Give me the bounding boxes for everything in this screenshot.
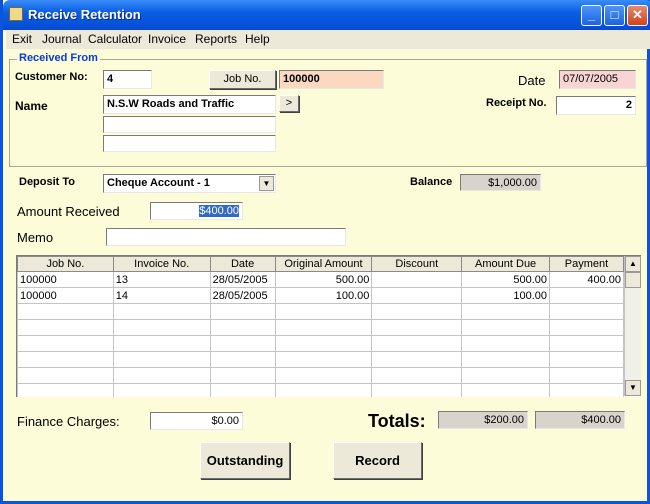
amount-received-label: Amount Received [17,204,120,219]
cell-job-no[interactable]: 100000 [17,287,114,304]
table-row[interactable]: 100000 14 28/05/2005 100.00 100.00 [17,287,624,304]
app-window: Receive Retention _ □ ✕ Exit Journal Cal… [0,0,650,504]
menu-reports[interactable]: Reports [195,32,237,46]
total-payment: $400.00 [535,411,625,429]
cell-invoice-no[interactable]: 14 [112,287,211,304]
maximize-icon[interactable]: □ [604,5,625,26]
cell-payment[interactable] [549,287,624,304]
job-no-button[interactable]: Job No. [209,70,276,89]
menu-exit[interactable]: Exit [12,32,32,46]
col-payment[interactable]: Payment [549,256,624,272]
menu-help[interactable]: Help [245,32,270,46]
table-row[interactable]: 100000 13 28/05/2005 500.00 500.00 400.0… [17,271,624,288]
table-row-empty[interactable] [17,319,624,336]
col-amount-due[interactable]: Amount Due [461,256,551,272]
scroll-up-icon[interactable]: ▲ [625,256,641,272]
col-date[interactable]: Date [209,256,276,272]
finance-charges-label: Finance Charges: [17,414,120,429]
job-no-field[interactable]: 100000 [279,70,384,89]
table-header-row: Job No. Invoice No. Date Original Amount… [17,256,624,272]
name-line2-field[interactable] [103,116,276,133]
scroll-down-icon[interactable]: ▼ [625,380,641,396]
cell-discount[interactable] [371,287,463,304]
record-button[interactable]: Record [333,442,422,479]
cell-amount-due[interactable]: 100.00 [461,287,551,304]
memo-label: Memo [17,230,54,245]
menu-calculator[interactable]: Calculator [88,32,142,46]
name-line3-field[interactable] [103,135,276,152]
window-title: Receive Retention [28,7,141,22]
memo-field[interactable] [106,228,346,246]
balance-field: $1,000.00 [460,174,541,191]
col-job-no[interactable]: Job No. [17,256,114,272]
name-field[interactable]: N.S.W Roads and Traffic [103,95,276,114]
cell-amount-due[interactable]: 500.00 [461,271,551,288]
menu-bar: Exit Journal Calculator Invoice Reports … [6,30,650,49]
table-row-empty[interactable] [17,303,624,320]
cell-payment[interactable]: 400.00 [549,271,624,288]
table-row-empty[interactable] [17,383,624,397]
chevron-down-icon[interactable]: ▼ [259,176,274,191]
lookup-button[interactable]: > [279,95,299,112]
scroll-thumb[interactable] [625,272,641,288]
form-content: Received From Customer No: 4 Job No. 100… [6,49,650,501]
deposit-account-value: Cheque Account - 1 [107,177,210,189]
cell-job-no[interactable]: 100000 [17,271,114,288]
receipt-no-field[interactable]: 2 [556,96,636,115]
minimize-icon[interactable]: _ [581,5,602,26]
cell-discount[interactable] [371,271,463,288]
table-row-empty[interactable] [17,367,624,384]
cell-original-amount[interactable]: 500.00 [274,271,373,288]
cell-original-amount[interactable]: 100.00 [274,287,373,304]
customer-no-label: Customer No: [15,71,88,83]
table-row-empty[interactable] [17,351,624,368]
received-from-label: Received From [17,52,100,64]
balance-label: Balance [410,176,453,188]
col-invoice-no[interactable]: Invoice No. [112,256,211,272]
deposit-to-label: Deposit To [19,176,76,188]
app-icon [9,7,23,21]
cell-invoice-no[interactable]: 13 [112,271,211,288]
totals-label: Totals: [368,411,426,431]
amount-received-value: $400.00 [199,205,239,217]
cell-date[interactable]: 28/05/2005 [209,287,276,304]
invoice-grid[interactable]: Job No. Invoice No. Date Original Amount… [16,255,641,397]
menu-invoice[interactable]: Invoice [148,32,186,46]
customer-no-field[interactable]: 4 [103,70,152,89]
table-row-empty[interactable] [17,335,624,352]
date-field[interactable]: 07/07/2005 [559,70,636,89]
name-label: Name [15,99,48,113]
col-original-amount[interactable]: Original Amount [274,256,373,272]
col-discount[interactable]: Discount [371,256,463,272]
date-label: Date [518,73,546,88]
menu-journal[interactable]: Journal [42,32,81,46]
title-bar: Receive Retention _ □ ✕ [3,0,650,30]
outstanding-button[interactable]: Outstanding [200,442,290,479]
total-amount-due: $200.00 [438,411,528,429]
finance-charges-field[interactable]: $0.00 [150,412,243,430]
cell-date[interactable]: 28/05/2005 [209,271,276,288]
receipt-no-label: Receipt No. [486,97,547,109]
deposit-account-select[interactable]: Cheque Account - 1 ▼ [103,174,276,193]
invoice-table: Job No. Invoice No. Date Original Amount… [17,256,624,397]
close-icon[interactable]: ✕ [627,5,648,26]
amount-received-field[interactable]: $400.00 [150,202,243,220]
grid-scrollbar[interactable]: ▲ ▼ [624,256,641,396]
